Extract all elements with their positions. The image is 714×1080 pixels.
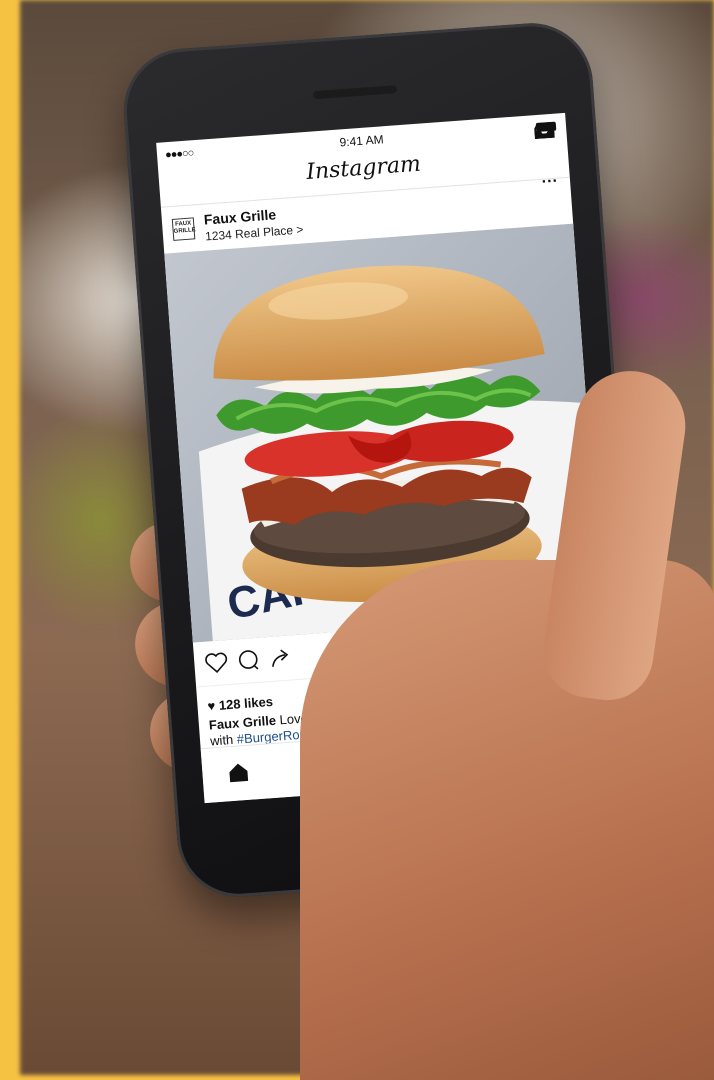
speaker	[312, 85, 398, 100]
avatar[interactable]: FAUX GRILLE	[171, 217, 196, 241]
chevron-right-icon: >	[295, 222, 304, 237]
share-icon[interactable]	[267, 645, 293, 671]
heart-icon[interactable]	[204, 650, 230, 676]
comment-icon[interactable]	[235, 648, 261, 674]
more-options-icon[interactable]: ...	[541, 169, 559, 188]
home-icon[interactable]	[226, 760, 252, 786]
likes-label: 128 likes	[218, 693, 274, 713]
inbox-icon[interactable]	[534, 121, 555, 140]
heart-filled-icon: ♥	[207, 698, 216, 714]
